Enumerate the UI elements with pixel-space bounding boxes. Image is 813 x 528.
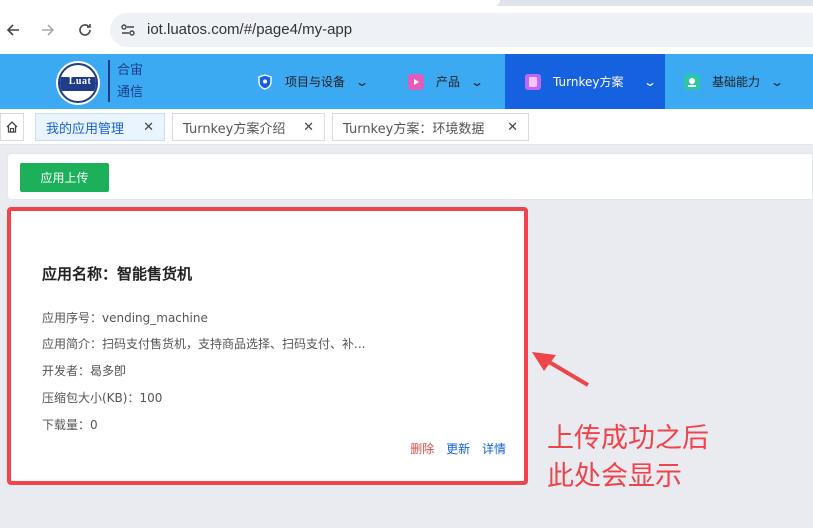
menu-label: 基础能力 [712,75,761,89]
tab-my-apps[interactable]: 我的应用管理 ✕ [35,113,165,141]
back-icon[interactable] [3,20,23,40]
company-logo[interactable]: Luat [56,61,100,105]
site-settings-icon[interactable] [120,22,136,38]
company-name-line2: 通信 [117,85,144,100]
chevron-down-icon: ⌄ [355,74,370,89]
shield-icon [257,73,273,90]
tab-turnkey-intro[interactable]: Turnkey方案介绍 ✕ [172,113,325,141]
tab-label: Turnkey方案：环境数据 [343,121,485,137]
capability-icon [684,73,700,90]
browser-toolbar: iot.luatos.com/#/page4/my-app [0,0,813,58]
close-icon[interactable]: ✕ [303,120,314,135]
app-developer: 开发者：曷多卽 [42,364,127,378]
tab-label: Turnkey方案介绍 [183,121,286,137]
close-icon[interactable]: ✕ [507,120,518,135]
company-name: 合宙 通信 [117,60,143,104]
chevron-down-icon: ⌄ [470,74,485,89]
app-title: 应用名称：智能售货机 [42,265,193,283]
app-package-size: 压缩包大小(KB)：100 [42,391,163,405]
turnkey-icon [525,73,541,90]
menu-turnkey[interactable]: Turnkey方案 ⌄ [505,54,665,109]
update-link[interactable]: 更新 [446,442,470,456]
home-tab[interactable] [0,113,24,141]
menu-label: 产品 [436,75,461,89]
chevron-down-icon: ⌄ [643,74,658,89]
app-description: 应用简介：扫码支付售货机，支持商品选择、扫码支付、补... [42,337,366,351]
url-text[interactable]: iot.luatos.com/#/page4/my-app [147,21,352,38]
tab-label: 我的应用管理 [46,121,125,137]
annotation-line1: 上传成功之后 [547,423,709,454]
card-actions: 删除 更新 详情 [402,440,506,457]
app-downloads: 下载量：0 [42,418,98,432]
annotation-line2: 此处会显示 [547,461,682,492]
detail-link[interactable]: 详情 [482,442,506,456]
delete-link[interactable]: 删除 [410,442,434,456]
company-name-line1: 合宙 [117,63,144,78]
menu-capabilities[interactable]: 基础能力 ⌄ [672,54,802,109]
menu-label: Turnkey方案 [553,75,624,89]
home-icon [6,121,18,133]
reload-icon[interactable] [75,20,95,40]
upload-app-button[interactable]: 应用上传 [20,163,109,192]
logo-text: Luat [68,76,92,87]
app-header: Luat 合宙 通信 项目与设备 ⌄ 产品 ⌄ Turnkey方案 ⌄ 基础能力… [0,54,813,109]
annotation-arrow-icon [532,352,590,387]
logo-divider [108,60,110,102]
menu-products[interactable]: 产品 ⌄ [396,54,506,109]
chevron-down-icon: ⌄ [770,74,785,89]
close-icon[interactable]: ✕ [143,120,154,135]
browser-tab-strip [0,0,813,6]
address-bar[interactable]: iot.luatos.com/#/page4/my-app [110,13,813,47]
app-card[interactable]: 应用名称：智能售货机 应用序号：vending_machine 应用简介：扫码支… [7,207,528,485]
toolbar-card: 应用上传 [7,153,813,200]
menu-label: 项目与设备 [285,75,346,89]
menu-projects-devices[interactable]: 项目与设备 ⌄ [245,54,385,109]
product-icon [408,73,424,90]
tab-turnkey-env-data[interactable]: Turnkey方案：环境数据 ✕ [332,113,529,141]
annotation-text: 上传成功之后 此处会显示 [547,420,709,496]
forward-icon[interactable] [38,20,58,40]
app-serial: 应用序号：vending_machine [42,311,208,325]
page-tabs-bar: 我的应用管理 ✕ Turnkey方案介绍 ✕ Turnkey方案：环境数据 ✕ [0,109,813,145]
